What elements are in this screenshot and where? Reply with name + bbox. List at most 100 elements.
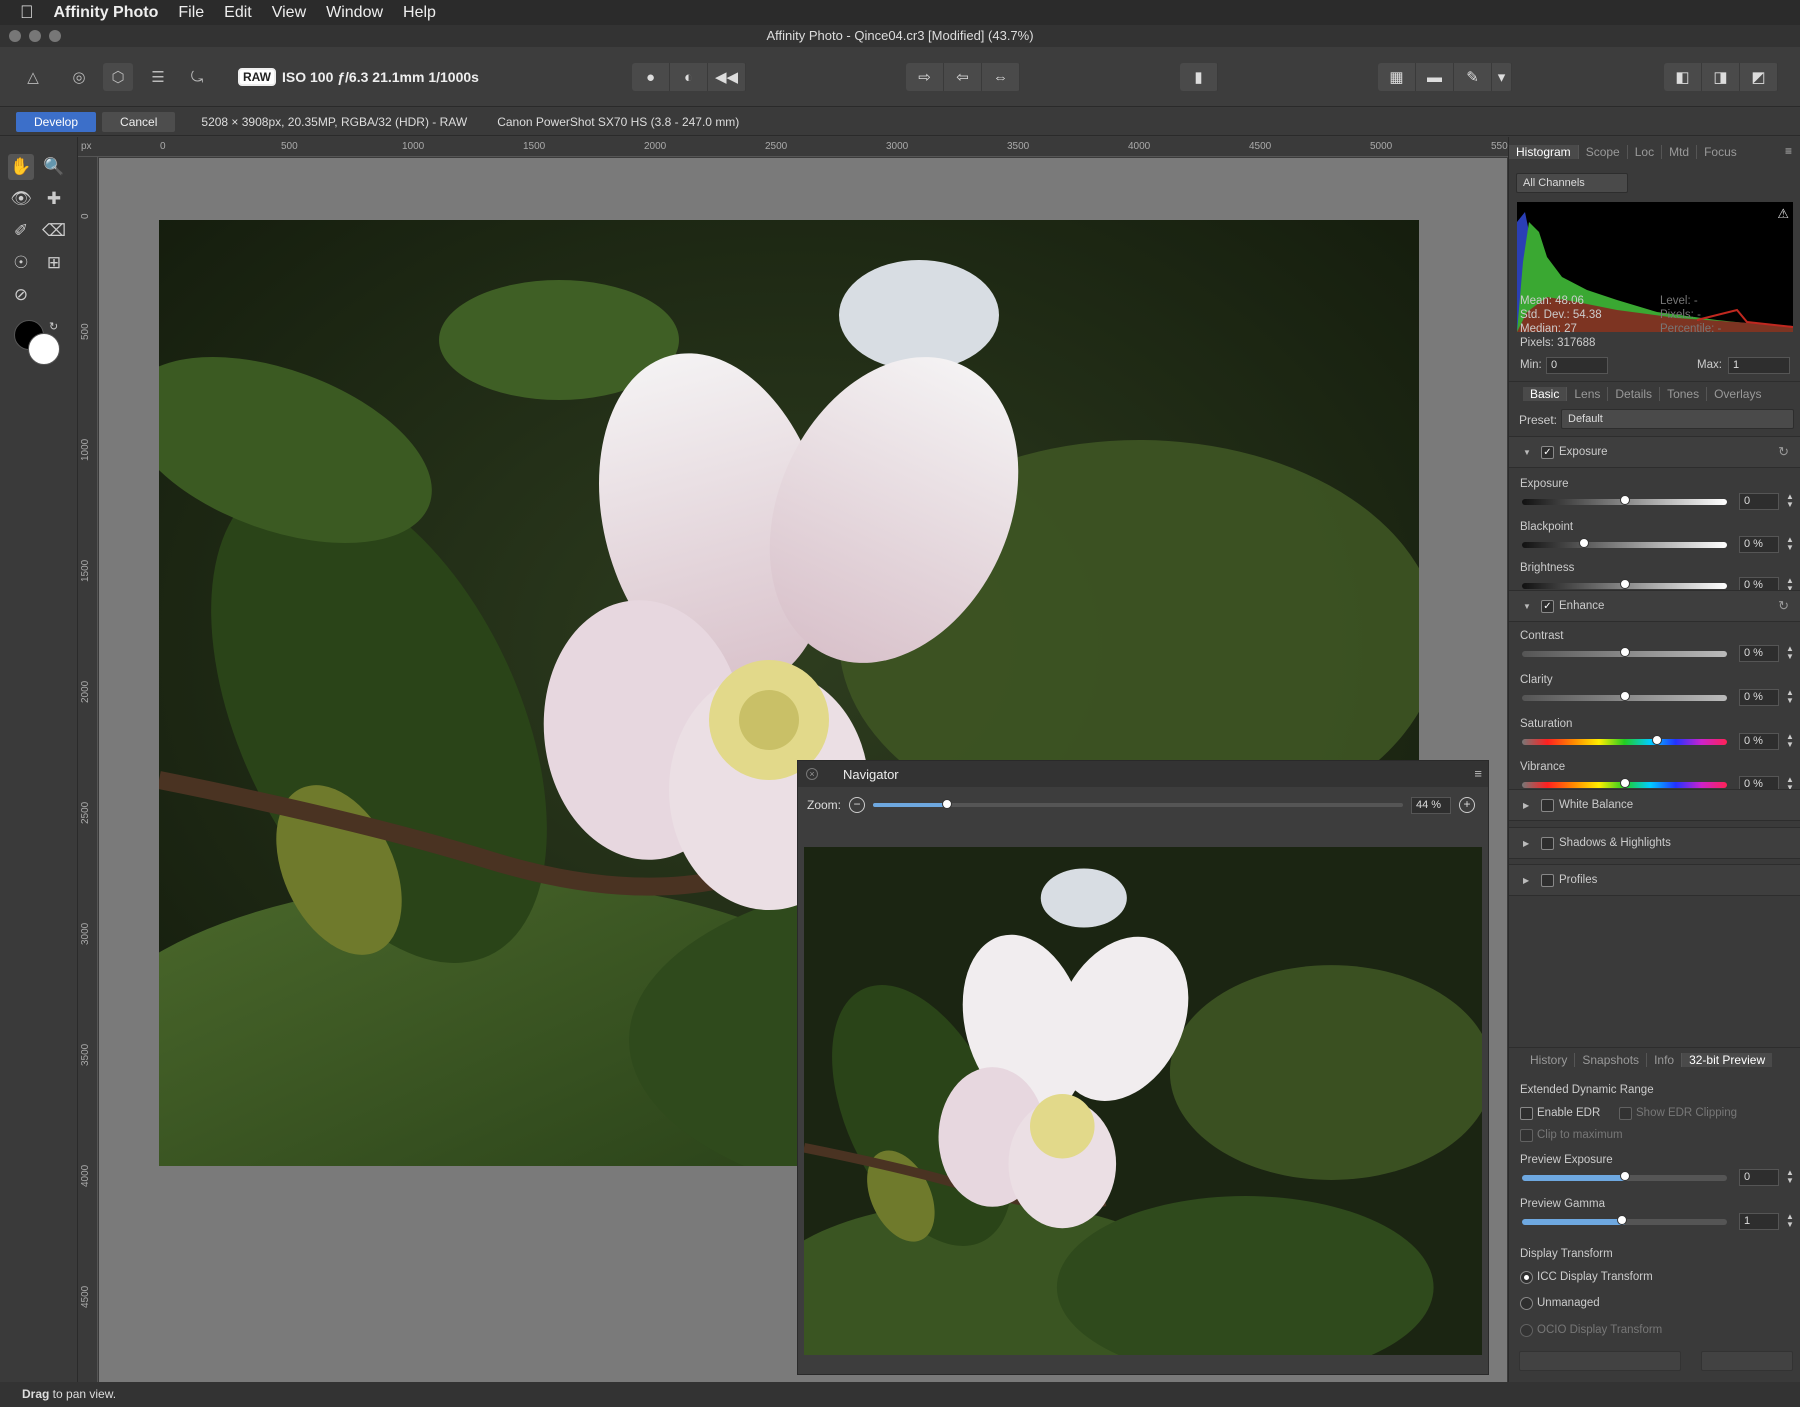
cancel-button[interactable]: Cancel [102,111,176,132]
preview-gamma-value-field[interactable]: 1 [1739,1213,1779,1230]
blackpoint-stepper-icon[interactable]: ▲ ▼ [1786,536,1794,552]
saturation-stepper-icon[interactable]: ▲ ▼ [1786,733,1794,749]
apple-icon[interactable]:  [20,2,34,23]
clip-to-max-checkbox[interactable] [1520,1129,1533,1142]
contrast-slider-thumb[interactable] [1619,647,1630,657]
contrast-stepper-icon[interactable]: ▲ ▼ [1786,645,1794,661]
profiles-section-header[interactable]: ▶ Profiles [1509,864,1800,896]
unmanaged-radio[interactable] [1520,1297,1533,1310]
profiles-checkbox[interactable] [1541,874,1554,887]
tab-snapshots[interactable]: Snapshots [1575,1052,1648,1067]
split-left-icon[interactable]: ⇦ [944,63,982,91]
brightness-slider-thumb[interactable] [1619,579,1630,589]
preview-gamma-stepper-icon[interactable]: ▲ ▼ [1786,1213,1794,1229]
clipping-warning-icon[interactable]: ▮ [1180,63,1218,91]
menu-edit[interactable]: Edit [224,4,252,22]
saturation-value-field[interactable]: 0 % [1739,733,1779,750]
close-panel-icon[interactable]: × [806,768,818,780]
panel-menu-icon[interactable]: ≡ [1778,144,1799,158]
warning-icon[interactable]: ⚠ [1777,206,1789,222]
export-persona-icon[interactable]: ⤿ [182,63,212,91]
channel-select[interactable]: All Channels [1516,173,1628,193]
tab-mtd[interactable]: Mtd [1662,145,1698,159]
preview-gamma-slider-thumb[interactable] [1617,1215,1628,1225]
tab-focus[interactable]: Focus [1697,145,1744,159]
icc-radio[interactable] [1520,1271,1533,1284]
white-balance-section-header[interactable]: ▶ White Balance [1509,789,1800,821]
menu-window[interactable]: Window [326,4,383,22]
brightness-slider[interactable] [1522,579,1727,589]
panel-menu-icon[interactable]: ≡ [1474,766,1482,781]
expand-icon[interactable]: ▶ [1523,801,1529,810]
liquify-persona-icon[interactable]: ◎ [64,63,94,91]
preview-exposure-stepper-icon[interactable]: ▲ ▼ [1786,1169,1794,1185]
saturation-slider-thumb[interactable] [1652,735,1663,745]
close-window-icon[interactable] [9,30,21,42]
studio-hide-icon[interactable]: ◩ [1740,63,1778,91]
overlay-erase-tool-icon[interactable]: ⌫ [41,218,67,244]
contrast-slider[interactable] [1522,647,1727,657]
secondary-color-swatch[interactable] [28,333,60,365]
tone-mapping-persona-icon[interactable]: ☰ [143,63,173,91]
studio-right-icon[interactable]: ◨ [1702,63,1740,91]
exposure-slider-thumb[interactable] [1619,495,1630,505]
tab-history[interactable]: History [1523,1052,1576,1067]
contrast-value-field[interactable]: 0 % [1739,645,1779,662]
menu-view[interactable]: View [272,4,306,22]
exposure-enable-checkbox[interactable]: ✓ [1541,446,1554,459]
minimize-window-icon[interactable] [29,30,41,42]
expand-icon[interactable]: ▶ [1523,839,1529,848]
split-right-icon[interactable]: ⇨ [906,63,944,91]
assistant-icon[interactable]: ✎ [1454,63,1492,91]
tab-32bit-preview[interactable]: 32-bit Preview [1682,1052,1773,1067]
blemish-tool-icon[interactable]: ✚ [41,186,67,212]
zoom-value[interactable]: 44 % [1411,796,1452,814]
split-view-icon[interactable]: ◐ [670,63,708,91]
tab-tones[interactable]: Tones [1660,386,1708,401]
collapse-icon[interactable]: ▼ [1523,602,1531,611]
blackpoint-slider[interactable] [1522,538,1727,548]
develop-persona-icon[interactable]: ⬡ [103,63,133,91]
grid-icon[interactable]: ▦ [1378,63,1416,91]
tab-overlays[interactable]: Overlays [1707,387,1768,401]
single-view-icon[interactable]: ● [632,63,670,91]
enhance-section-header[interactable]: ▼ ✓ Enhance ↻ [1509,590,1800,622]
reset-icon[interactable]: ↻ [1778,444,1789,460]
tab-basic[interactable]: Basic [1523,386,1568,401]
white-balance-checkbox[interactable] [1541,799,1554,812]
preview-exposure-slider[interactable] [1522,1171,1727,1181]
red-eye-tool-icon[interactable]: 👁 [8,186,34,212]
expand-icon[interactable]: ▶ [1523,876,1529,885]
zoom-in-icon[interactable]: + [1459,797,1476,813]
compare-icon[interactable]: ▬ [1416,63,1454,91]
menu-app-name[interactable]: Affinity Photo [54,4,159,22]
white-balance-tool-icon[interactable]: ⊘ [8,282,34,308]
photo-persona-icon[interactable]: △ [18,63,48,91]
gradient-overlay-tool-icon[interactable]: ☉ [8,250,34,276]
exposure-value-field[interactable]: 0 [1739,493,1779,510]
menu-file[interactable]: File [178,4,204,22]
exposure-stepper-icon[interactable]: ▲ ▼ [1786,493,1794,509]
tab-lens[interactable]: Lens [1567,386,1609,401]
reset-icon[interactable]: ↻ [1778,598,1789,614]
blackpoint-slider-thumb[interactable] [1578,538,1589,548]
swap-colors-icon[interactable]: ↻ [49,320,58,333]
dropdown-arrow-icon[interactable]: ▾ [1492,63,1512,91]
clarity-slider-thumb[interactable] [1619,691,1630,701]
max-field[interactable]: 1 [1728,357,1790,374]
mirror-view-icon[interactable]: ◀◀ [708,63,746,91]
hand-tool-icon[interactable]: ✋ [8,154,34,180]
preview-exposure-slider-thumb[interactable] [1619,1171,1630,1181]
saturation-slider[interactable] [1522,735,1727,745]
min-field[interactable]: 0 [1546,357,1608,374]
ocio-radio[interactable] [1520,1324,1533,1337]
crop-tool-icon[interactable]: ⊞ [41,250,67,276]
vibrance-slider[interactable] [1522,778,1727,788]
show-edr-clipping-checkbox[interactable] [1619,1107,1632,1120]
menu-help[interactable]: Help [403,4,436,22]
clarity-value-field[interactable]: 0 % [1739,689,1779,706]
shadows-highlights-checkbox[interactable] [1541,837,1554,850]
preview-gamma-slider[interactable] [1522,1215,1727,1225]
tab-info[interactable]: Info [1647,1052,1683,1067]
zoom-tool-icon[interactable]: 🔍 [41,154,67,180]
